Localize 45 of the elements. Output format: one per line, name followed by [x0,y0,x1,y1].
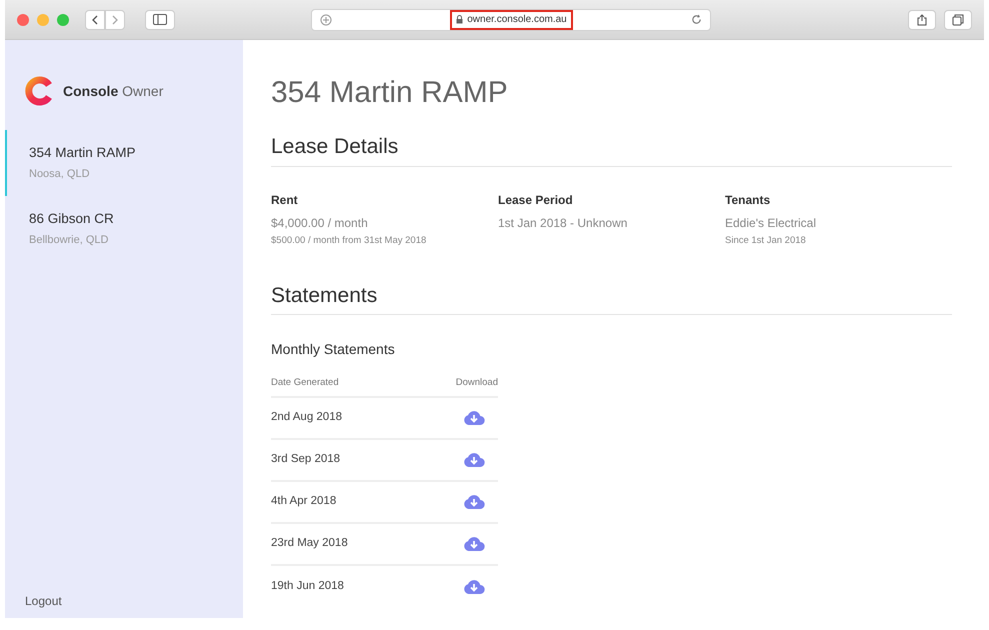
field-note: $500.00 / month from 31st May 2018 [271,234,428,248]
subsection-heading: Monthly Statements [271,340,396,360]
statement-date: 23rd May 2018 [271,536,348,551]
field-label: Tenants [725,192,772,208]
reload-icon[interactable] [691,14,702,25]
tabs-button[interactable] [944,10,972,30]
close-window-icon[interactable] [17,14,29,26]
add-icon[interactable] [320,14,332,26]
section-heading: Statements [271,280,952,316]
cloud-download-icon[interactable] [463,410,485,425]
property-nav-item[interactable]: 354 Martin RAMP Noosa, QLD [5,130,243,196]
statement-date: 2nd Aug 2018 [271,410,342,425]
tabs-icon [952,14,964,26]
chevron-right-icon [111,14,119,24]
sidebar-toggle-button[interactable] [145,10,175,30]
chevron-left-icon [91,14,99,24]
statement-date: 3rd Sep 2018 [271,452,340,467]
url-field[interactable]: owner.console.com.au [450,10,573,30]
sidebar-icon [153,14,167,25]
statement-date: 4th Apr 2018 [271,494,336,509]
field-note: Since 1st Jan 2018 [725,234,807,248]
statement-date: 19th Jun 2018 [271,578,344,594]
column-header: Download [456,376,498,390]
field-value: $4,000.00 / month [271,214,369,232]
brand-name: Console Owner [63,82,164,100]
column-header: Date Generated [271,376,339,390]
url-text: owner.console.com.au [467,13,567,27]
field-label: Rent [271,192,299,208]
property-nav-item[interactable]: 86 Gibson CR Bellbowrie, QLD [5,196,243,262]
field-value: 1st Jan 2018 - Unknown [498,214,628,232]
cloud-download-icon[interactable] [463,536,485,551]
field-value: Eddie's Electrical [725,214,817,232]
lock-icon [456,15,464,24]
section-heading: Lease Details [271,131,952,166]
logout-link[interactable]: Logout [5,592,62,618]
cloud-download-icon[interactable] [463,579,485,594]
cloud-download-icon[interactable] [463,452,485,467]
maximize-window-icon[interactable] [57,14,69,26]
share-button[interactable] [908,10,936,30]
share-icon [917,14,927,26]
back-button[interactable] [85,10,105,30]
field-label: Lease Period [498,192,574,208]
address-bar[interactable]: owner.console.com.au [311,8,711,30]
page-title: 354 Martin RAMP [271,75,509,111]
cloud-download-icon[interactable] [463,494,485,509]
